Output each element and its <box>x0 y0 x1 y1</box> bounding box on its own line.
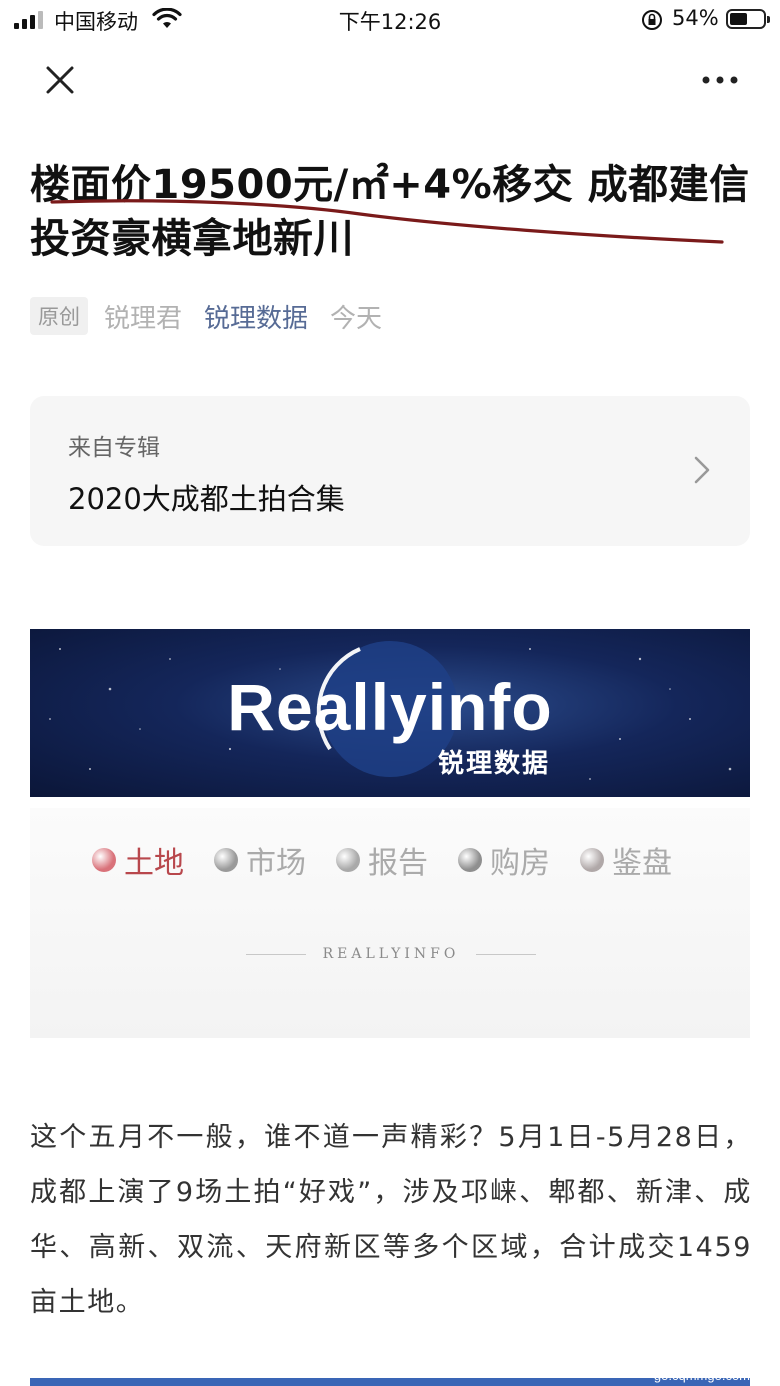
article-title: 楼面价19500元/㎡+4%移交 成都建信投资豪横拿地新川 <box>30 162 750 262</box>
watermark: go.cqmmgo.com <box>653 1368 750 1383</box>
album-from-label: 来自专辑 <box>68 435 160 461</box>
brand-logo-text: Reallyinfo <box>227 670 553 744</box>
nav-item-label: 市场 <box>246 846 306 881</box>
battery-percent: 54% <box>672 6 719 30</box>
more-options-icon[interactable] <box>696 60 744 100</box>
brand-divider-text: REALLYINFO <box>322 946 460 962</box>
close-icon[interactable] <box>40 60 80 100</box>
album-name: 2020大成都土拍合集 <box>68 482 345 516</box>
nav-item-4[interactable]: 鉴盘 <box>580 838 672 882</box>
purchase-icon <box>458 848 482 872</box>
land-icon <box>92 848 116 872</box>
nav-item-2[interactable]: 报告 <box>336 838 428 882</box>
original-tag: 原创 <box>30 297 88 335</box>
album-card[interactable]: 来自专辑 2020大成都土拍合集 <box>30 396 750 546</box>
nav-item-label: 报告 <box>368 846 428 881</box>
market-icon <box>214 848 238 872</box>
review-icon <box>580 848 604 872</box>
nav-item-label: 购房 <box>490 846 550 881</box>
publish-date: 今天 <box>330 303 383 334</box>
author-name: 锐理君 <box>104 303 183 334</box>
article-body-paragraph: 这个五月不一般，谁不道一声精彩？5月1日-5月28日，成都上演了9场土拍“好戏”… <box>30 1122 752 1318</box>
nav-item-label: 土地 <box>124 846 184 881</box>
account-link[interactable]: 锐理数据 <box>204 298 308 335</box>
article-meta: 原创 锐理君 锐理数据 今天 <box>30 296 382 336</box>
nav-item-0[interactable]: 土地 <box>92 838 184 882</box>
divider-line-right <box>475 953 536 955</box>
category-nav-panel: 土地 市场 报告 购房 鉴盘 REALLYINFO <box>30 808 750 1038</box>
next-image-edge <box>30 1378 750 1386</box>
category-nav: 土地 市场 报告 购房 鉴盘 <box>92 838 702 882</box>
nav-item-3[interactable]: 购房 <box>458 838 550 882</box>
status-time: 下午12:26 <box>338 10 442 34</box>
divider-line-left <box>246 953 306 955</box>
battery-level <box>730 13 747 25</box>
report-icon <box>336 848 360 872</box>
brand-divider: REALLYINFO <box>246 942 536 966</box>
battery-icon <box>726 9 770 29</box>
brand-logo-subtitle: 锐理数据 <box>438 749 551 779</box>
status-bar: 中国移动 下午12:26 54% <box>0 0 780 40</box>
rotation-lock-icon <box>642 10 662 30</box>
brand-banner: Reallyinfo 锐理数据 <box>30 629 750 797</box>
nav-item-label: 鉴盘 <box>612 846 672 881</box>
chevron-right-icon <box>694 456 710 484</box>
nav-item-1[interactable]: 市场 <box>214 838 306 882</box>
